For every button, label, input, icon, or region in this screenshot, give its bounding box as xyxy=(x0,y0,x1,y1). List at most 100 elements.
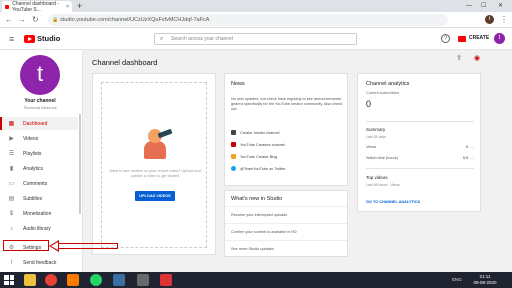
sidebar: t Your channel Technical Meeruss ▦ Dashb… xyxy=(0,50,83,272)
lock-icon: 🔒 xyxy=(52,17,59,23)
feedback-icon: ! xyxy=(10,259,13,266)
views-label: Views xyxy=(366,145,377,149)
watch-time-row: Watch time (hours) 0.0 — xyxy=(366,156,474,160)
hamburger-menu-icon[interactable]: ≡ xyxy=(9,34,14,44)
maximize-button[interactable]: ☐ xyxy=(481,0,486,12)
subtitles-icon: ▤ xyxy=(8,196,15,202)
upload-videos-button[interactable]: UPLOAD VIDEOS xyxy=(135,191,175,201)
news-link[interactable]: @TeamYouTube on Twitter xyxy=(231,166,286,171)
sidebar-item-label: Playlists xyxy=(23,150,42,157)
news-link-label: @TeamYouTube on Twitter xyxy=(240,166,286,171)
upload-dropzone: Want to see metrics on your recent video… xyxy=(101,82,207,248)
studio-logo[interactable]: Studio xyxy=(24,34,60,43)
tab-close-icon[interactable]: × xyxy=(66,4,69,10)
list-item[interactable]: Confirm your content is available in HD xyxy=(225,223,347,239)
creator-insider-icon xyxy=(231,130,236,135)
sidebar-item-dashboard[interactable]: ▦ Dashboard xyxy=(0,117,78,130)
upload-icon[interactable]: ⇪ xyxy=(454,54,464,64)
clock[interactable]: 21:11 09-08-2020 xyxy=(468,274,502,286)
studio-header: ≡ Studio ⌕ Search across your channel ? … xyxy=(0,28,512,50)
go-live-icon[interactable]: ◉ xyxy=(472,54,482,64)
sidebar-item-label: Subtitles xyxy=(23,195,43,202)
browser-tab[interactable]: Channel dashboard - YouTube S... × xyxy=(2,0,72,13)
account-avatar[interactable]: t xyxy=(494,33,505,44)
back-icon[interactable]: ← xyxy=(5,14,13,26)
language-indicator[interactable]: ENG xyxy=(452,272,462,288)
sidebar-item-label: Dashboard xyxy=(23,120,48,127)
app-icon[interactable] xyxy=(160,274,172,286)
close-window-button[interactable]: ✕ xyxy=(498,0,503,12)
video-camera-icon xyxy=(458,35,466,42)
youtube-logo-icon xyxy=(24,34,35,43)
search-placeholder: Search across your channel xyxy=(171,36,233,42)
sidebar-scrollbar[interactable] xyxy=(79,114,81,214)
news-link[interactable]: YouTube Creator Blog xyxy=(231,154,277,159)
chrome-icon[interactable] xyxy=(45,274,57,286)
news-card: News No new updates, but check back regu… xyxy=(224,73,348,186)
list-item[interactable]: Resume your interrupted uploads xyxy=(225,206,347,222)
create-button[interactable]: CREATE xyxy=(458,34,489,43)
telescope-illustration-icon xyxy=(138,127,173,161)
app-icon[interactable] xyxy=(67,274,79,286)
views-row: Views 0 — xyxy=(366,145,474,149)
divider xyxy=(366,121,474,122)
app-icon[interactable] xyxy=(137,274,149,286)
upload-card: Want to see metrics on your recent video… xyxy=(92,73,216,255)
sidebar-item-audio-library[interactable]: ♪ Audio library xyxy=(0,222,78,235)
news-link[interactable]: Creator Insider channel xyxy=(231,130,279,135)
list-item[interactable]: See more Studio updates xyxy=(225,240,347,256)
file-explorer-icon[interactable] xyxy=(24,274,36,286)
watch-time-value: 0.0 xyxy=(462,156,469,160)
app-icon[interactable] xyxy=(113,274,125,286)
summary-title: Summary xyxy=(366,127,386,132)
analytics-icon: ▮ xyxy=(9,166,14,172)
sidebar-item-send-feedback[interactable]: ! Send feedback xyxy=(0,256,78,269)
search-icon: ⌕ xyxy=(160,36,164,42)
comments-icon: ▭ xyxy=(8,181,15,187)
forward-icon[interactable]: → xyxy=(18,14,26,26)
go-to-analytics-link[interactable]: GO TO CHANNEL ANALYTICS xyxy=(366,200,420,204)
search-input[interactable]: ⌕ Search across your channel xyxy=(154,33,357,45)
windows-start-icon[interactable] xyxy=(4,275,14,285)
minimize-button[interactable]: — xyxy=(466,0,472,12)
sidebar-item-label: Analytics xyxy=(23,165,44,172)
url-input[interactable]: 🔒 studio.youtube.com/channel/UCzUzXQuFxf… xyxy=(48,14,448,26)
news-link-label: YouTube Creator Blog xyxy=(240,154,278,159)
top-videos-period: Last 48 hours · Views xyxy=(366,183,400,187)
browser-menu-icon[interactable]: ⋮ xyxy=(500,14,508,26)
sidebar-item-subtitles[interactable]: ▤ Subtitles xyxy=(0,192,78,205)
channel-avatar[interactable]: t xyxy=(20,55,60,95)
create-label: CREATE xyxy=(469,35,490,41)
news-link[interactable]: YouTube Creators channel xyxy=(231,142,285,147)
watch-time-delta: — xyxy=(470,156,474,160)
news-link-label: Creator Insider channel xyxy=(240,130,280,135)
news-link-label: YouTube Creators channel xyxy=(240,142,285,147)
reload-icon[interactable]: ↻ xyxy=(32,14,39,26)
new-tab-button[interactable]: + xyxy=(77,0,82,12)
youtube-creators-icon xyxy=(231,142,236,147)
playlists-icon: ☰ xyxy=(8,151,15,157)
subscribers-value: 0 xyxy=(366,99,372,109)
help-icon[interactable]: ? xyxy=(441,34,450,43)
sidebar-item-label: Comments xyxy=(23,180,48,187)
sidebar-item-playlists[interactable]: ☰ Playlists xyxy=(0,147,78,160)
blog-icon xyxy=(231,154,236,159)
browser-profile-avatar[interactable]: t xyxy=(485,15,494,24)
audio-library-icon: ♪ xyxy=(10,225,13,232)
sidebar-item-monetization[interactable]: $ Monetization xyxy=(0,207,78,220)
channel-title: Your channel xyxy=(24,98,56,104)
whats-new-card: What's new in Studio Resume your interru… xyxy=(224,190,348,257)
sidebar-item-videos[interactable]: ▶ Videos xyxy=(0,132,78,145)
top-videos-title: Top videos xyxy=(366,175,388,180)
tab-title: Channel dashboard - YouTube S... xyxy=(12,0,59,13)
sidebar-item-analytics[interactable]: ▮ Analytics xyxy=(0,162,78,175)
divider xyxy=(366,168,474,169)
annotation-arrow-shaft xyxy=(58,243,118,249)
taskbar: ENG 21:11 09-08-2020 xyxy=(0,272,512,288)
youtube-favicon-icon xyxy=(5,4,10,9)
settings-highlight-box xyxy=(3,240,49,251)
sidebar-item-comments[interactable]: ▭ Comments xyxy=(0,177,78,190)
whatsapp-icon[interactable] xyxy=(90,274,102,286)
subscribers-label: Current subscribers xyxy=(366,91,400,95)
url-text: studio.youtube.com/channel/UCzUzXQuFxfvM… xyxy=(60,17,210,23)
